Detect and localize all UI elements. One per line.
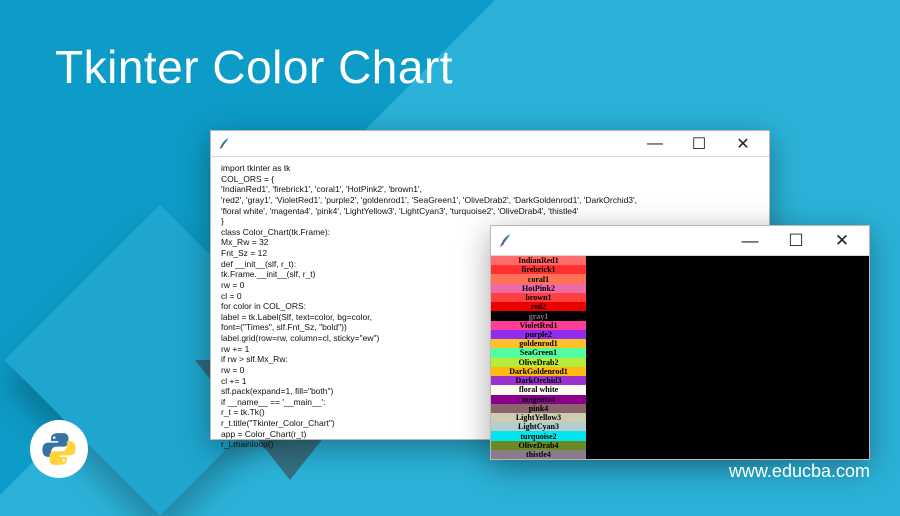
color-swatch: IndianRed1: [491, 256, 586, 265]
color-swatch: purple2: [491, 330, 586, 339]
minimize-button[interactable]: —: [633, 132, 677, 156]
color-swatch: OliveDrab4: [491, 441, 586, 450]
minimize-button[interactable]: —: [727, 227, 773, 255]
page-title: Tkinter Color Chart: [55, 40, 453, 94]
color-swatch: gray1: [491, 311, 586, 320]
maximize-button[interactable]: ☐: [677, 132, 721, 156]
color-swatch: DarkOrchid3: [491, 376, 586, 385]
python-logo: [30, 420, 88, 478]
color-swatch: floral white: [491, 385, 586, 394]
code-window-titlebar[interactable]: — ☐ ✕: [211, 131, 769, 157]
color-swatch: LightYellow3: [491, 413, 586, 422]
color-swatch: OliveDrab2: [491, 358, 586, 367]
color-swatch: red2: [491, 302, 586, 311]
watermark: www.educba.com: [729, 461, 870, 482]
close-button[interactable]: ✕: [819, 227, 865, 255]
tk-feather-icon: [217, 137, 231, 151]
color-swatch: firebrick1: [491, 265, 586, 274]
color-swatch: thistle4: [491, 450, 586, 459]
color-swatch: coral1: [491, 274, 586, 283]
color-swatch: HotPink2: [491, 284, 586, 293]
chart-window-titlebar[interactable]: — ☐ ✕: [491, 226, 869, 256]
color-swatch-column: IndianRed1firebrick1coral1HotPink2brown1…: [491, 256, 586, 459]
chart-body: IndianRed1firebrick1coral1HotPink2brown1…: [491, 256, 869, 459]
color-swatch: pink4: [491, 404, 586, 413]
python-logo-icon: [40, 430, 78, 468]
tk-feather-icon: [497, 233, 513, 249]
color-swatch: magenta4: [491, 395, 586, 404]
color-swatch: brown1: [491, 293, 586, 302]
chart-window: — ☐ ✕ IndianRed1firebrick1coral1HotPink2…: [490, 225, 870, 460]
color-swatch: SeaGreen1: [491, 348, 586, 357]
color-swatch: turquoise2: [491, 431, 586, 440]
color-swatch: DarkGoldenrod1: [491, 367, 586, 376]
color-swatch: LightCyan3: [491, 422, 586, 431]
chart-empty-area: [586, 256, 869, 459]
color-swatch: goldenrod1: [491, 339, 586, 348]
close-button[interactable]: ✕: [721, 132, 765, 156]
maximize-button[interactable]: ☐: [773, 227, 819, 255]
color-swatch: VioletRed1: [491, 321, 586, 330]
